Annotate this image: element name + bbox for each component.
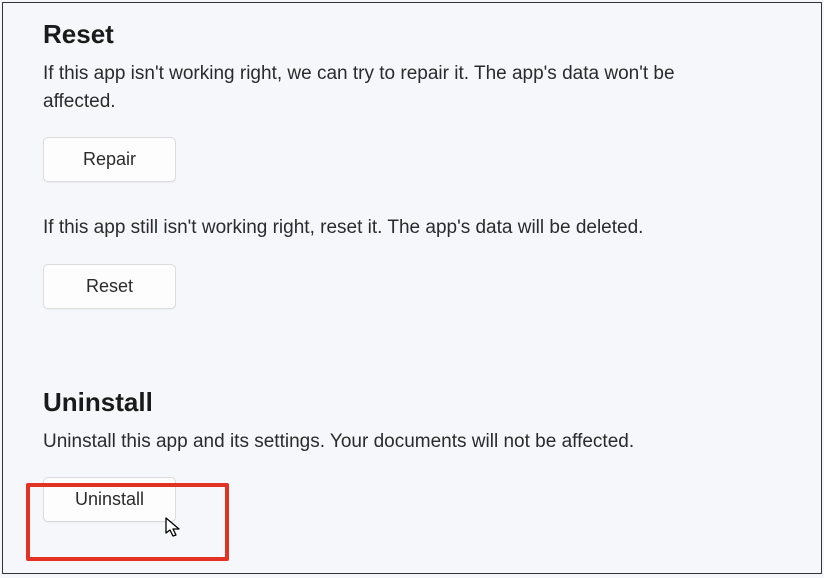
settings-panel: Reset If this app isn't working right, w… <box>2 2 822 574</box>
repair-group: If this app isn't working right, we can … <box>43 60 781 182</box>
reset-heading: Reset <box>43 19 781 50</box>
uninstall-heading: Uninstall <box>43 387 781 418</box>
reset-button[interactable]: Reset <box>43 264 176 309</box>
uninstall-button[interactable]: Uninstall <box>43 477 176 522</box>
repair-button[interactable]: Repair <box>43 137 176 182</box>
reset-section: Reset If this app isn't working right, w… <box>43 19 781 309</box>
uninstall-description: Uninstall this app and its settings. You… <box>43 428 743 456</box>
repair-description: If this app isn't working right, we can … <box>43 60 743 115</box>
uninstall-section: Uninstall Uninstall this app and its set… <box>43 387 781 523</box>
reset-group: If this app still isn't working right, r… <box>43 214 781 309</box>
reset-description: If this app still isn't working right, r… <box>43 214 743 242</box>
